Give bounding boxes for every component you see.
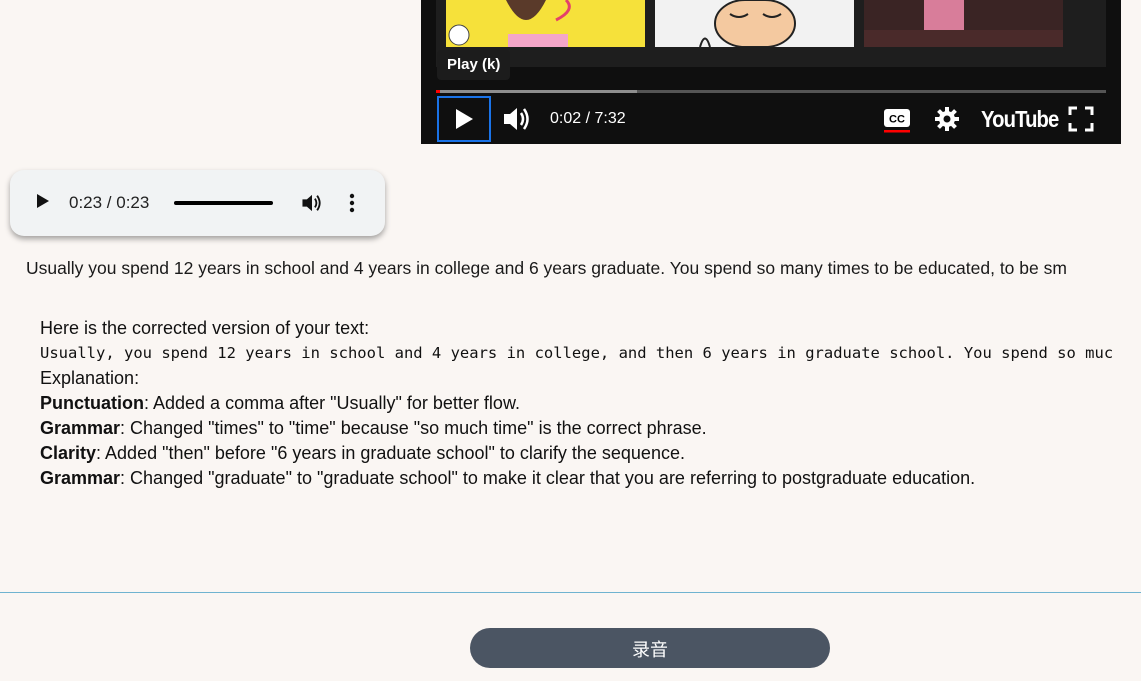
more-vertical-icon xyxy=(349,193,355,213)
explanation-item: Grammar: Changed "times" to "time" becau… xyxy=(40,416,1113,441)
explanation-item: Clarity: Added "then" before "6 years in… xyxy=(40,441,1113,466)
explanation-item: Punctuation: Added a comma after "Usuall… xyxy=(40,391,1113,416)
gear-icon xyxy=(935,107,959,131)
correction-panel: Here is the corrected version of your te… xyxy=(40,316,1113,491)
record-button[interactable]: 录音 xyxy=(470,628,830,668)
closed-captions-icon: CC xyxy=(884,109,910,133)
svg-text:CC: CC xyxy=(889,114,905,126)
play-button[interactable] xyxy=(437,96,491,142)
audio-volume-button[interactable] xyxy=(301,192,323,219)
video-progress-bar[interactable] xyxy=(436,90,1106,93)
explanation-term: Grammar xyxy=(40,468,121,488)
related-video-thumbnail-3[interactable] xyxy=(864,0,1063,47)
video-time-display: 0:02 / 7:32 xyxy=(550,110,626,127)
audio-play-button[interactable] xyxy=(36,193,50,214)
corrected-text: Usually, you spend 12 years in school an… xyxy=(40,344,1114,362)
volume-icon xyxy=(302,194,321,212)
fullscreen-button[interactable] xyxy=(1063,96,1099,142)
explanation-term: Punctuation xyxy=(40,393,144,413)
explanation-label: Explanation: xyxy=(40,368,140,388)
audio-time-display: 0:23 / 0:23 xyxy=(69,193,150,212)
progress-loaded xyxy=(436,90,637,93)
related-video-thumbnail-2[interactable] xyxy=(655,0,854,47)
explanation-item: Grammar: Changed "graduate" to "graduate… xyxy=(40,466,1113,491)
explanation-text: : Changed "graduate" to "graduate school… xyxy=(120,468,976,488)
subtitles-button[interactable]: CC xyxy=(879,96,915,142)
speech-transcript: Usually you spend 12 years in school and… xyxy=(26,258,1067,278)
audio-player[interactable]: 0:23 / 0:23 xyxy=(10,170,385,236)
audio-more-options-button[interactable] xyxy=(344,192,360,219)
explanation-term: Grammar xyxy=(40,418,121,438)
correction-intro: Here is the corrected version of your te… xyxy=(40,318,370,338)
section-divider xyxy=(0,592,1141,593)
explanation-term: Clarity xyxy=(40,443,97,463)
youtube-logo[interactable]: YouTube xyxy=(981,106,1059,132)
explanation-text: : Changed "times" to "time" because "so … xyxy=(120,418,707,438)
youtube-player[interactable]: Play (k) 0:02 / 7:32 CC YouTube xyxy=(421,0,1121,144)
play-icon xyxy=(456,109,473,129)
volume-button[interactable] xyxy=(497,96,537,142)
play-tooltip: Play (k) xyxy=(437,50,511,80)
play-icon xyxy=(37,194,49,208)
progress-played xyxy=(436,90,441,93)
explanation-text: : Added "then" before "6 years in gradua… xyxy=(96,443,685,463)
related-video-thumbnail-1[interactable] xyxy=(446,0,645,47)
fullscreen-icon xyxy=(1068,106,1094,132)
explanation-text: : Added a comma after "Usually" for bett… xyxy=(144,393,520,413)
settings-button[interactable] xyxy=(929,96,965,142)
audio-seek-bar[interactable] xyxy=(174,201,273,205)
volume-icon xyxy=(504,108,529,130)
